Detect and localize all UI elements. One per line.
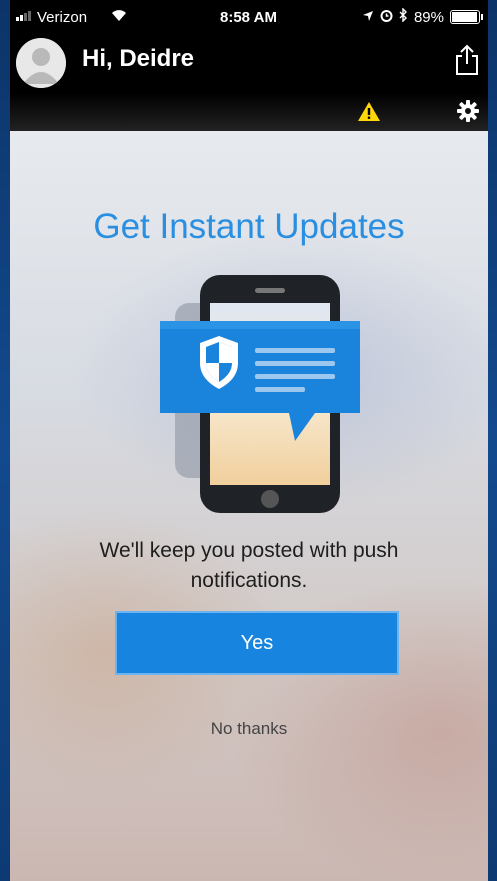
bluetooth-icon [399, 7, 408, 26]
device-frame: Verizon 8:58 AM 89% Hi, Deidre Get Insta… [0, 0, 497, 881]
top-bar: Verizon 8:58 AM 89% Hi, Deidre [10, 0, 488, 131]
notification-prompt: Get Instant Updates We'll keep you poste… [10, 131, 488, 881]
status-bar: Verizon 8:58 AM 89% [10, 0, 488, 36]
wifi-icon [110, 6, 128, 26]
carrier-name: Verizon [37, 9, 88, 26]
battery-icon [450, 10, 483, 24]
share-icon[interactable] [454, 44, 480, 81]
prompt-title: Get Instant Updates [93, 207, 405, 246]
signal-icon [16, 11, 31, 21]
yes-button[interactable]: Yes [115, 611, 399, 675]
no-thanks-link[interactable]: No thanks [10, 719, 488, 739]
avatar[interactable] [16, 38, 66, 88]
location-arrow-icon [362, 9, 374, 26]
prompt-message: We'll keep you posted with push notifica… [99, 539, 399, 592]
battery-percent: 89% [413, 8, 444, 26]
warning-icon[interactable] [357, 101, 381, 127]
status-time: 8:58 AM [220, 9, 277, 26]
app-screen: Verizon 8:58 AM 89% Hi, Deidre Get Insta… [10, 0, 488, 881]
greeting-text: Hi, Deidre [82, 45, 195, 72]
alerts-bar [10, 93, 488, 131]
phone-notification-illustration [155, 273, 370, 528]
gear-icon[interactable] [456, 99, 480, 128]
alarm-icon [380, 9, 393, 26]
status-right-group: 89% [362, 7, 483, 26]
